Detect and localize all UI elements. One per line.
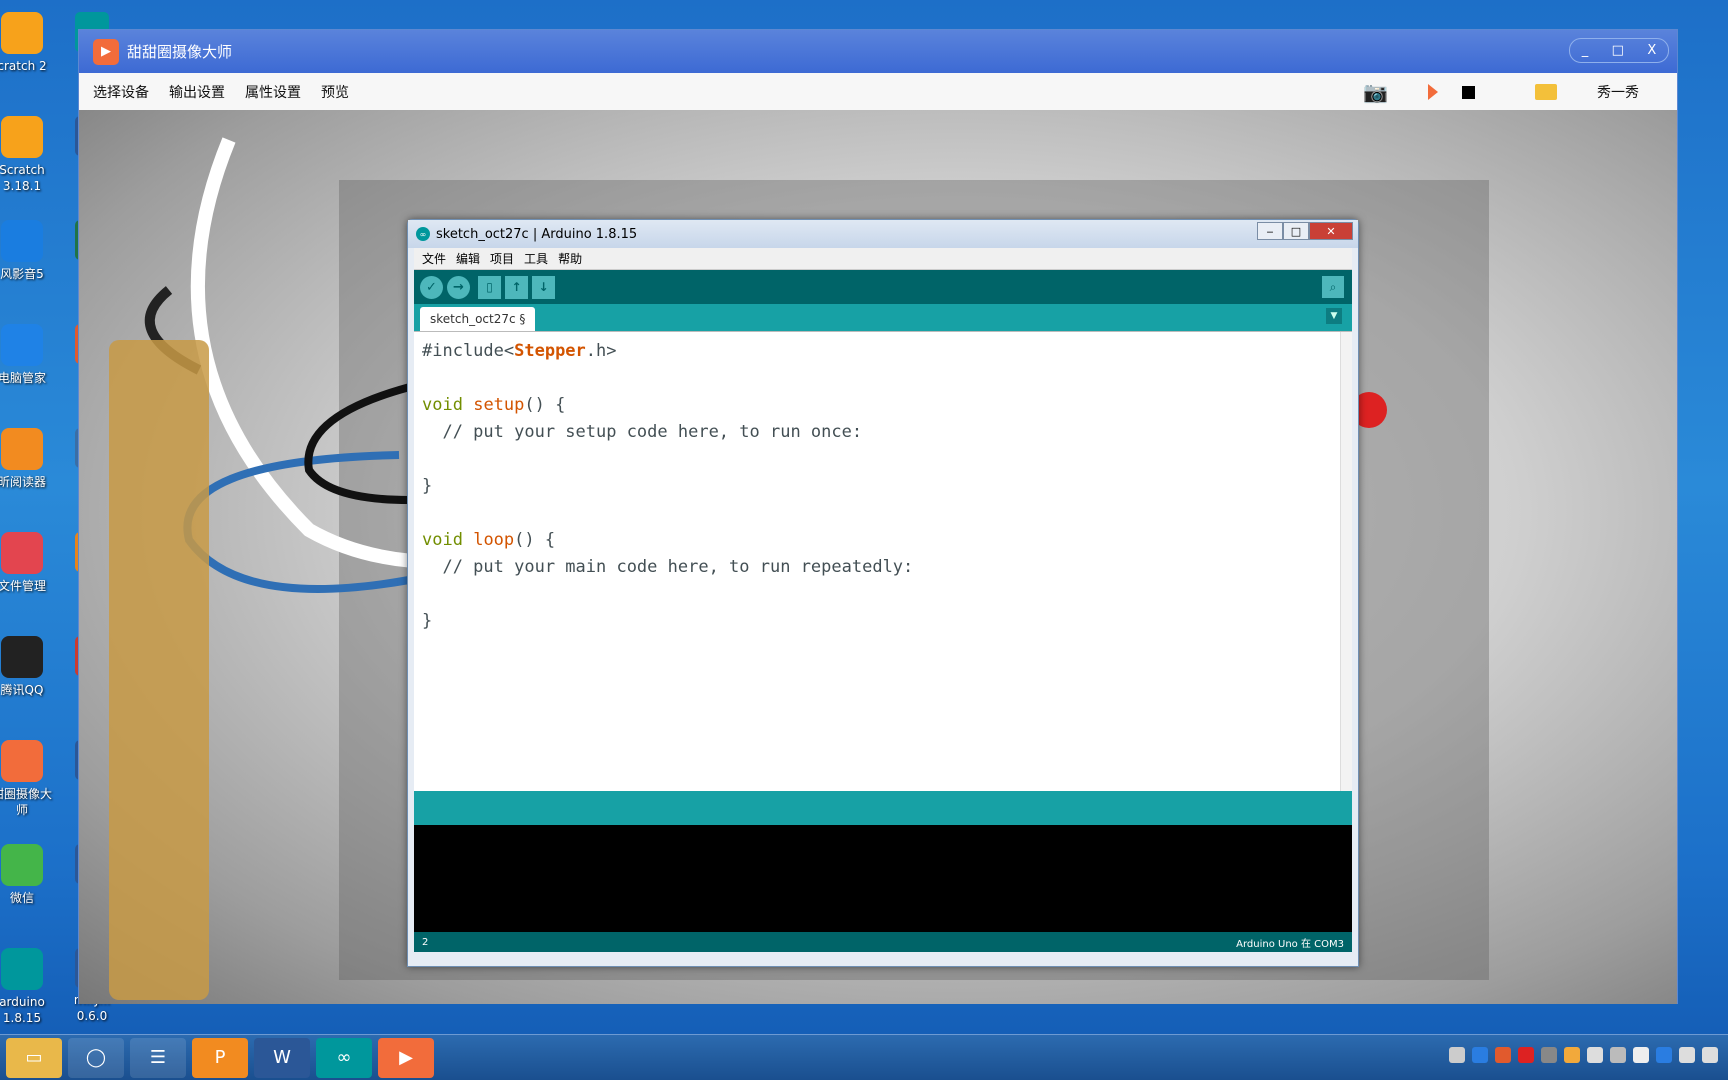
maximize-button[interactable]: □ (1612, 43, 1624, 58)
menu-file[interactable]: 文件 (422, 250, 446, 267)
arduino-status-bar (414, 791, 1352, 825)
code-text[interactable]: #include<Stepper.h> void setup() { // pu… (422, 338, 913, 635)
arduino-icon (1, 948, 43, 990)
arduino-titlebar[interactable]: ∞ sketch_oct27c | Arduino 1.8.15 ‒ □ ✕ (408, 220, 1358, 248)
window-controls: _ □ X (1569, 38, 1669, 63)
tab-menu-chevron-down-icon[interactable]: ▼ (1326, 308, 1342, 324)
pc-manager-icon (1, 324, 43, 366)
code-loop-paren: () { (514, 530, 556, 550)
code-setup-fn: setup (473, 395, 525, 415)
qq-icon (1, 636, 43, 678)
tray-security-icon[interactable] (1495, 1047, 1511, 1063)
code-include-end: .h> (585, 341, 617, 361)
tray-keyboard-icon[interactable] (1449, 1047, 1465, 1063)
arduino-logo-icon: ∞ (416, 227, 430, 241)
tray-bluetooth-icon[interactable] (1472, 1047, 1488, 1063)
menu-preview[interactable]: 预览 (321, 82, 349, 102)
menu-tools[interactable]: 工具 (524, 250, 548, 267)
menu-help[interactable]: 帮助 (558, 250, 582, 267)
editor-scrollbar[interactable] (1340, 332, 1352, 791)
code-library-name: Stepper (514, 341, 586, 361)
serial-monitor-button[interactable]: ⌕ (1322, 276, 1344, 298)
camera-app-icon (1, 740, 43, 782)
minimize-button[interactable]: _ (1582, 43, 1589, 58)
camera-toolbar: 📷 秀一秀 (1363, 80, 1659, 104)
tray-ime-icon[interactable] (1564, 1047, 1580, 1063)
tray-shield-icon[interactable] (1656, 1047, 1672, 1063)
close-button[interactable]: X (1647, 43, 1656, 58)
menu-property-settings[interactable]: 属性设置 (245, 82, 301, 102)
arduino-window-title: sketch_oct27c | Arduino 1.8.15 (436, 226, 638, 242)
arduino-menubar: 文件 编辑 项目 工具 帮助 (414, 248, 1352, 270)
code-void-setup: void (422, 395, 463, 415)
taskbar-browser-icon[interactable]: ◯ (68, 1037, 124, 1078)
folder-icon[interactable] (1535, 84, 1557, 100)
menu-sketch[interactable]: 项目 (490, 250, 514, 267)
menu-output-settings[interactable]: 输出设置 (169, 82, 225, 102)
arduino-close-button[interactable]: ✕ (1309, 222, 1353, 240)
taskbar-camera-app-icon[interactable]: ▶ (378, 1037, 434, 1078)
wechat-icon (1, 844, 43, 886)
verify-button[interactable]: ✓ (420, 275, 443, 299)
tray-network-icon[interactable] (1610, 1047, 1626, 1063)
arduino-toolbar: ✓ → ▯ ↑ ↓ ⌕ (414, 270, 1352, 304)
code-loop-comment: // put your main code here, to run repea… (422, 557, 914, 577)
code-setup-comment: // put your setup code here, to run once… (422, 422, 863, 442)
arduino-ide-window: ∞ sketch_oct27c | Arduino 1.8.15 ‒ □ ✕ 文… (407, 219, 1359, 967)
arduino-footer: 2 Arduino Uno 在 COM3 (414, 932, 1352, 952)
taskbar-arduino-icon[interactable]: ∞ (316, 1037, 372, 1078)
play-icon[interactable] (1428, 84, 1438, 100)
new-sketch-button[interactable]: ▯ (478, 275, 501, 299)
pdf-reader-icon (1, 428, 43, 470)
tray-usb-icon[interactable] (1587, 1047, 1603, 1063)
code-include: #include< (422, 341, 515, 361)
tray-volume-icon[interactable] (1679, 1047, 1695, 1063)
upload-button[interactable]: → (447, 275, 470, 299)
show-button[interactable]: 秀一秀 (1597, 82, 1639, 102)
menu-select-device[interactable]: 选择设备 (93, 82, 149, 102)
code-loop-close: } (422, 611, 433, 631)
storm-player-icon (1, 220, 43, 262)
camera-app-titlebar[interactable]: ▶ 甜甜圈摄像大师 _ □ X (79, 30, 1677, 73)
camera-app-title: 甜甜圈摄像大师 (127, 43, 233, 61)
taskbar-word-icon[interactable]: W (254, 1037, 310, 1078)
record-controls[interactable] (1428, 84, 1495, 100)
tray-app-icon[interactable] (1541, 1047, 1557, 1063)
tray-antivirus-icon[interactable] (1518, 1047, 1534, 1063)
taskbar-app-list-icon[interactable]: ☰ (130, 1037, 186, 1078)
tray-signal-icon[interactable] (1633, 1047, 1649, 1063)
taskbar-pdf-icon[interactable]: P (192, 1037, 248, 1078)
open-sketch-button[interactable]: ↑ (505, 275, 528, 299)
camera-app-menubar: 选择设备 输出设置 属性设置 预览 📷 秀一秀 (79, 73, 1677, 110)
code-editor[interactable]: #include<Stepper.h> void setup() { // pu… (414, 331, 1352, 791)
camera-app-icon: ▶ (93, 38, 119, 65)
menu-edit[interactable]: 编辑 (456, 250, 480, 267)
code-setup-close: } (422, 476, 433, 496)
system-tray (1449, 1047, 1718, 1063)
camera-snapshot-icon[interactable]: 📷 (1363, 80, 1388, 104)
code-setup-paren: () { (524, 395, 566, 415)
taskbar-explorer-folder-icon[interactable]: ▭ (6, 1037, 62, 1078)
file-manager-icon (1, 532, 43, 574)
arduino-maximize-button[interactable]: □ (1283, 222, 1309, 240)
scratch-cat-icon (1, 12, 43, 54)
arduino-console (414, 825, 1352, 932)
scratch-icon (1, 116, 43, 158)
tab-sketch[interactable]: sketch_oct27c § (420, 307, 536, 331)
line-number: 2 (422, 936, 429, 948)
tray-battery-icon[interactable] (1702, 1047, 1718, 1063)
code-void-loop: void (422, 530, 463, 550)
arduino-tab-bar: sketch_oct27c § ▼ (414, 304, 1352, 331)
save-sketch-button[interactable]: ↓ (532, 275, 555, 299)
taskbar: ▭ ◯ ☰ P W ∞ ▶ (0, 1034, 1728, 1080)
code-loop-fn: loop (473, 530, 515, 550)
arduino-minimize-button[interactable]: ‒ (1257, 222, 1283, 240)
board-port-info: Arduino Uno 在 COM3 (1236, 938, 1344, 950)
arduino-window-controls: ‒ □ ✕ (1257, 222, 1353, 240)
wooden-block (109, 340, 209, 1000)
stop-icon[interactable] (1462, 85, 1475, 99)
